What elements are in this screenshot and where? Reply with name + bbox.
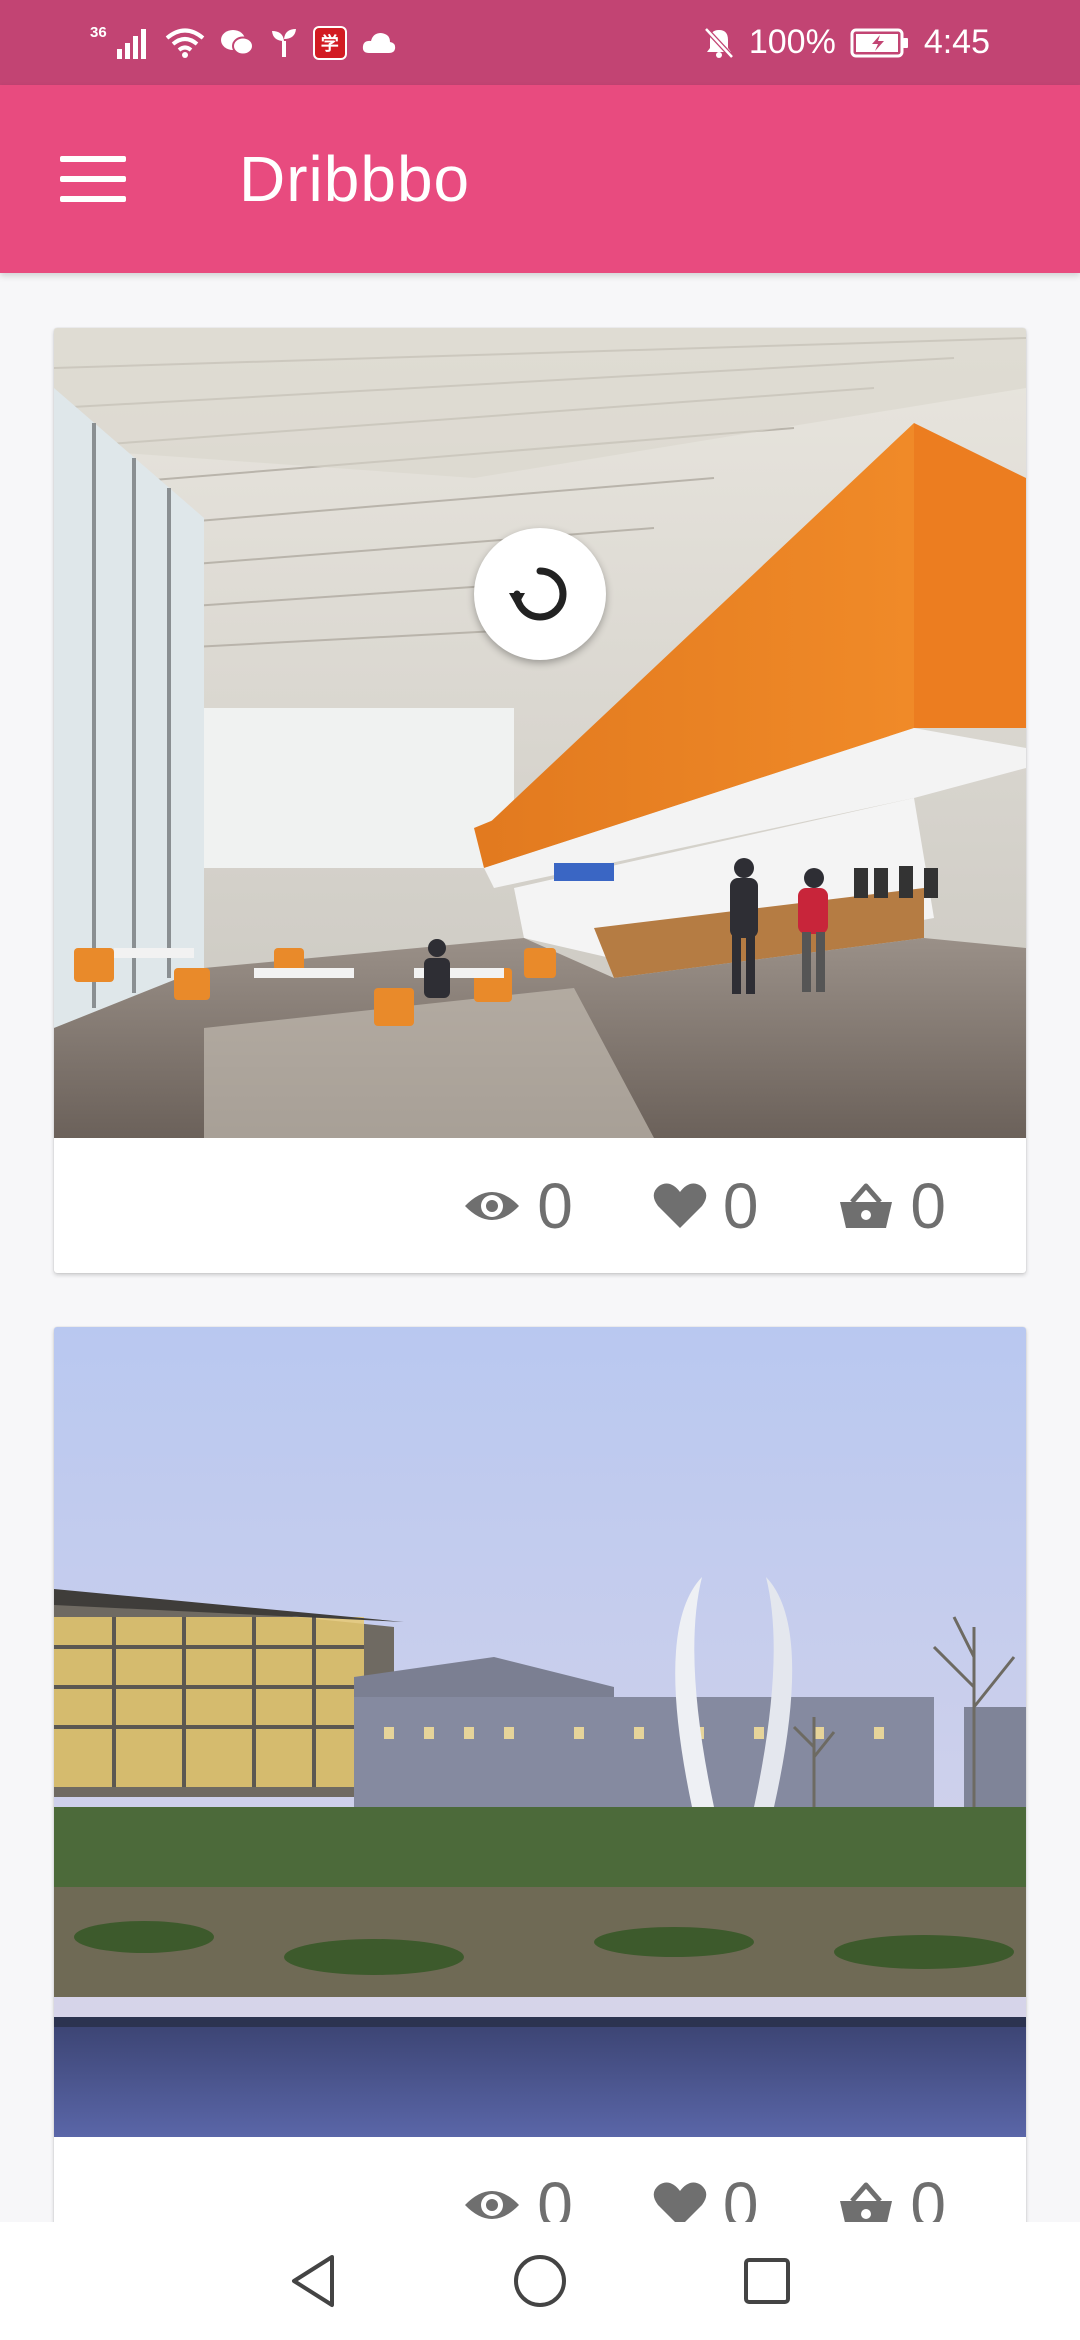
buckets-count: 0 bbox=[910, 1169, 946, 1242]
square-recents-icon bbox=[743, 2258, 790, 2304]
cloud-icon bbox=[362, 32, 395, 53]
shot-stats: 0 0 0 bbox=[54, 1138, 1026, 1273]
shot-card[interactable]: 0 0 0 bbox=[54, 328, 1026, 1273]
back-button[interactable] bbox=[268, 2236, 358, 2326]
battery-percent: 100% bbox=[748, 23, 836, 61]
system-nav-bar bbox=[0, 2222, 1080, 2340]
network-type: 36 bbox=[90, 24, 107, 41]
clock: 4:45 bbox=[923, 23, 990, 61]
eye-icon bbox=[465, 2190, 520, 2219]
refresh-icon bbox=[509, 567, 567, 621]
signal-icon bbox=[116, 28, 146, 59]
triangle-back-icon bbox=[292, 2255, 335, 2307]
heart-icon bbox=[653, 1183, 707, 1228]
campus-dusk-image bbox=[54, 1327, 1026, 2137]
hamburger-icon[interactable] bbox=[60, 156, 126, 202]
basket-icon bbox=[840, 1183, 893, 1228]
app-bar: Dribbbo bbox=[0, 85, 1080, 273]
recents-button[interactable] bbox=[722, 2236, 812, 2326]
views-stat[interactable]: 0 bbox=[463, 1169, 573, 1243]
likes-stat[interactable]: 0 bbox=[653, 1169, 759, 1243]
dining-hall-image bbox=[54, 328, 1026, 1138]
sprout-icon bbox=[271, 28, 296, 57]
shot-image[interactable] bbox=[54, 1327, 1026, 2137]
buckets-stat[interactable]: 0 bbox=[838, 1169, 946, 1243]
bell-muted-icon bbox=[704, 26, 734, 59]
shot-card[interactable]: 0 0 0 bbox=[54, 1327, 1026, 2272]
wifi-icon bbox=[165, 28, 204, 58]
shot-image[interactable] bbox=[54, 328, 1026, 1138]
wechat-icon bbox=[220, 29, 254, 55]
circle-home-icon bbox=[513, 2255, 566, 2307]
status-right-icons: 100% 4:45 bbox=[703, 23, 990, 62]
app-title: Dribbbo bbox=[239, 143, 471, 215]
status-left-icons: 36 学 bbox=[90, 24, 397, 60]
battery-charging-icon bbox=[850, 28, 908, 57]
refresh-button[interactable] bbox=[474, 528, 606, 660]
views-count: 0 bbox=[537, 1169, 573, 1242]
study-app-icon: 学 bbox=[312, 25, 347, 60]
likes-count: 0 bbox=[722, 1169, 759, 1242]
eye-icon bbox=[465, 1191, 520, 1220]
home-button[interactable] bbox=[495, 2236, 585, 2326]
status-bar: 36 学 100% 4:45 bbox=[0, 0, 1080, 85]
